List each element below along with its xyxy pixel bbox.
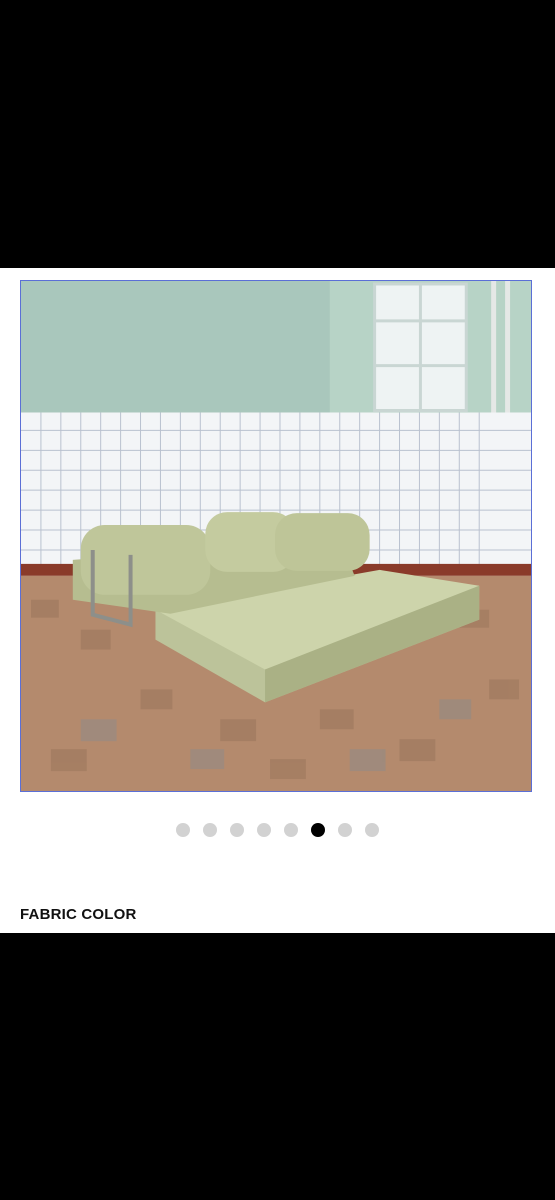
carousel-dot[interactable] <box>203 823 217 837</box>
carousel-dot[interactable] <box>284 823 298 837</box>
product-image[interactable] <box>20 280 532 792</box>
carousel-pagination <box>0 823 555 837</box>
carousel-dot[interactable] <box>338 823 352 837</box>
sofa-photo <box>21 281 531 791</box>
carousel-dot-active[interactable] <box>311 823 325 837</box>
product-content: FABRIC COLOR <box>0 268 555 933</box>
carousel-dot[interactable] <box>365 823 379 837</box>
carousel-dot[interactable] <box>176 823 190 837</box>
fabric-color-label: FABRIC COLOR <box>20 906 137 923</box>
carousel-dot[interactable] <box>257 823 271 837</box>
carousel-dot[interactable] <box>230 823 244 837</box>
